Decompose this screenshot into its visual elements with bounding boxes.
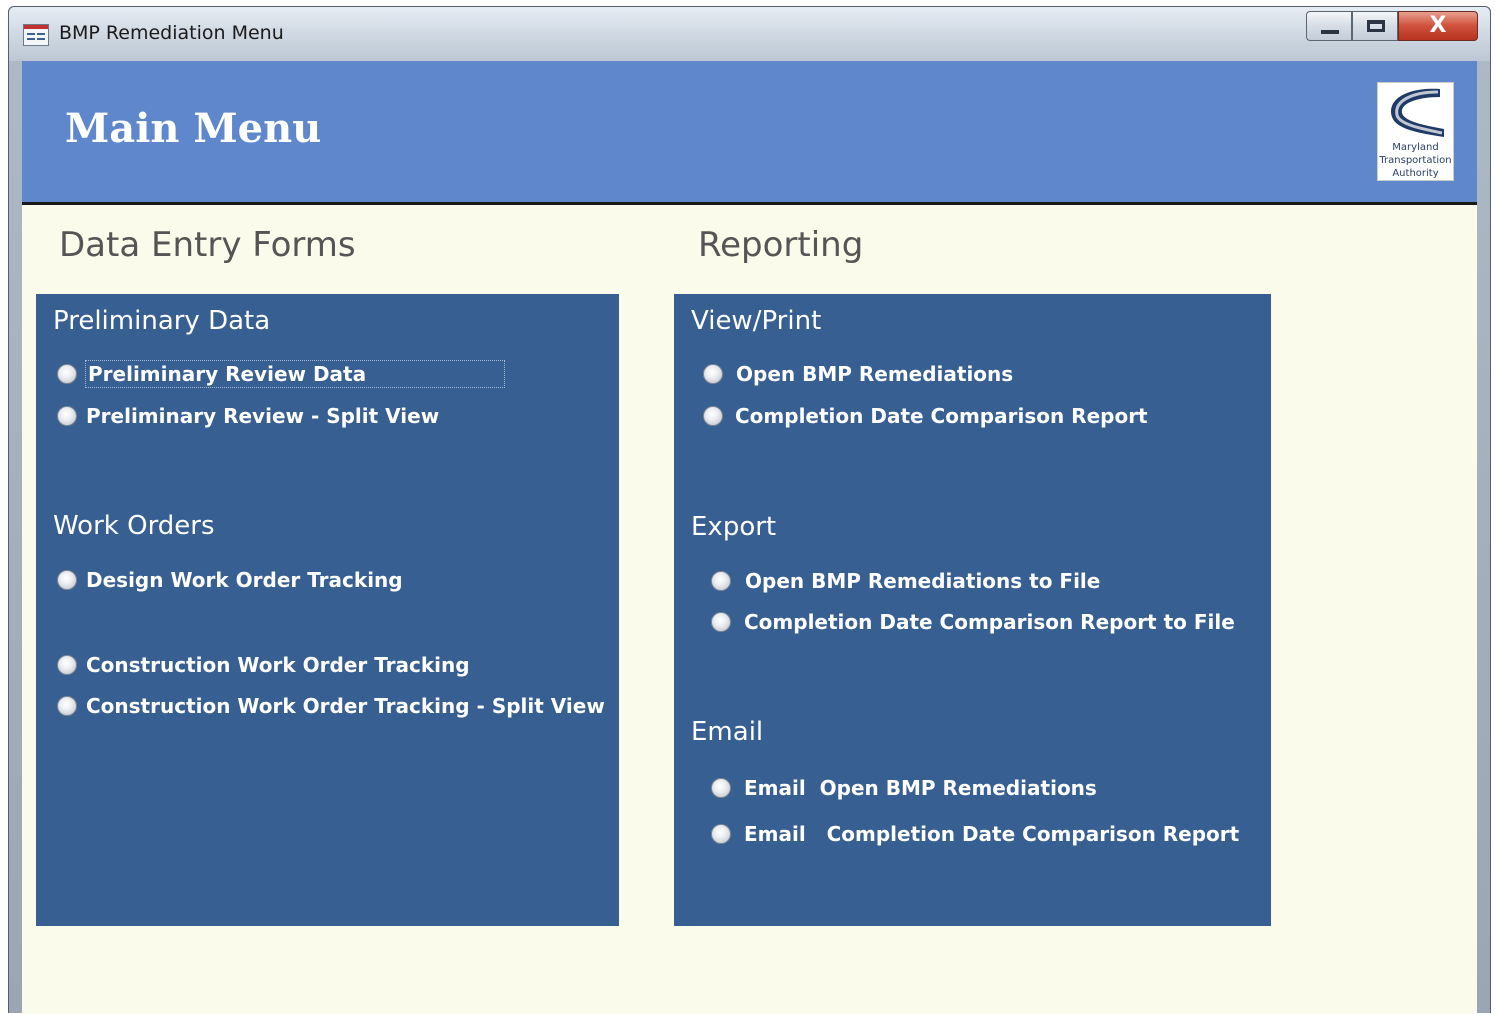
option-label[interactable]: Completion Date Comparison Report (735, 404, 1148, 428)
road-logo-icon (1384, 86, 1449, 138)
export-heading: Export (691, 512, 777, 542)
title-bar[interactable]: BMP Remediation Menu X (9, 7, 1490, 61)
mdta-logo: Maryland Transportation Authority (1377, 82, 1454, 181)
option-label[interactable]: Preliminary Review Data (84, 360, 506, 388)
option-label[interactable]: Open BMP Remediations (736, 362, 1013, 386)
radio-button[interactable] (711, 824, 731, 844)
option-preliminary-review-data[interactable]: Preliminary Review Data (57, 358, 506, 390)
email-heading: Email (691, 717, 764, 747)
reporting-heading: Reporting (698, 225, 864, 265)
radio-button[interactable] (711, 571, 731, 591)
window-controls: X (1306, 11, 1478, 43)
form-body: Main Menu Maryland Transportation Author… (22, 61, 1477, 1014)
work-orders-heading: Work Orders (53, 511, 215, 541)
option-completion-date-comparison-report[interactable]: Completion Date Comparison Report (703, 400, 1148, 432)
radio-button[interactable] (57, 364, 77, 384)
window-title: BMP Remediation Menu (59, 22, 284, 44)
page-title: Main Menu (65, 105, 322, 152)
form-icon[interactable] (23, 24, 49, 46)
option-label[interactable]: Construction Work Order Tracking - Split… (86, 694, 605, 718)
radio-button[interactable] (703, 364, 723, 384)
option-label[interactable]: Design Work Order Tracking (86, 568, 403, 592)
minimize-icon (1321, 30, 1339, 34)
radio-button[interactable] (711, 778, 731, 798)
minimize-button[interactable] (1306, 11, 1352, 41)
option-label[interactable]: Completion Date Comparison Report to Fil… (744, 610, 1235, 634)
form-header: Main Menu Maryland Transportation Author… (22, 61, 1477, 205)
view-print-heading: View/Print (691, 306, 822, 336)
option-design-work-order-tracking[interactable]: Design Work Order Tracking (57, 564, 403, 596)
close-button[interactable]: X (1398, 11, 1478, 41)
option-open-bmp-remediations[interactable]: Open BMP Remediations (703, 358, 1013, 390)
maximize-icon (1367, 20, 1385, 32)
option-label[interactable]: Email Completion Date Comparison Report (744, 822, 1239, 846)
option-label[interactable]: Construction Work Order Tracking (86, 653, 470, 677)
data-entry-panel: Preliminary Data Preliminary Review Data… (36, 294, 619, 926)
reporting-panel: View/Print Open BMP Remediations Complet… (674, 294, 1271, 926)
option-construction-work-order-tracking[interactable]: Construction Work Order Tracking (57, 649, 470, 681)
radio-button[interactable] (57, 406, 77, 426)
radio-button[interactable] (711, 612, 731, 632)
radio-button[interactable] (57, 655, 77, 675)
radio-button[interactable] (57, 570, 77, 590)
option-email-completion-date-comparison-report[interactable]: Email Completion Date Comparison Report (711, 818, 1239, 850)
option-completion-date-comparison-report-to-file[interactable]: Completion Date Comparison Report to Fil… (711, 606, 1235, 638)
option-preliminary-review-split-view[interactable]: Preliminary Review - Split View (57, 400, 439, 432)
option-label[interactable]: Preliminary Review - Split View (86, 404, 439, 428)
radio-button[interactable] (703, 406, 723, 426)
radio-button[interactable] (57, 696, 77, 716)
data-entry-heading: Data Entry Forms (59, 225, 356, 265)
option-email-open-bmp-remediations[interactable]: Email Open BMP Remediations (711, 772, 1097, 804)
option-label[interactable]: Email Open BMP Remediations (744, 776, 1097, 800)
logo-caption: Maryland Transportation Authority (1379, 142, 1452, 179)
close-icon: X (1429, 13, 1447, 38)
option-construction-work-order-tracking-split-view[interactable]: Construction Work Order Tracking - Split… (57, 690, 605, 722)
maximize-button[interactable] (1352, 11, 1398, 41)
option-label[interactable]: Open BMP Remediations to File (745, 569, 1100, 593)
option-open-bmp-remediations-to-file[interactable]: Open BMP Remediations to File (711, 565, 1100, 597)
app-window: BMP Remediation Menu X Main Menu Marylan… (8, 6, 1491, 1014)
preliminary-data-heading: Preliminary Data (53, 306, 271, 336)
